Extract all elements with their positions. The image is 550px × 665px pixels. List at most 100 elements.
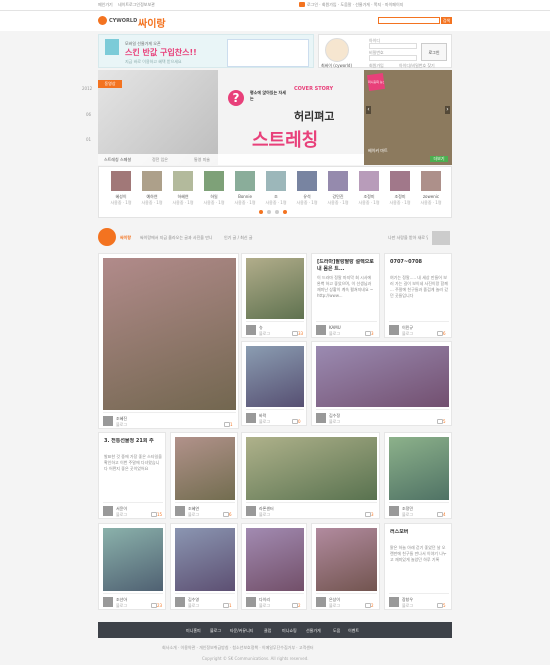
- card-photo[interactable]: [389, 437, 449, 500]
- author-avatar[interactable]: [389, 597, 399, 607]
- friend-photo[interactable]: [142, 171, 162, 191]
- friend-photo[interactable]: [421, 171, 441, 191]
- password-field[interactable]: [369, 55, 417, 61]
- friend-photo[interactable]: [390, 171, 410, 191]
- pager-dot[interactable]: [267, 210, 271, 214]
- feed-card[interactable]: 바락 블로그 0: [241, 341, 307, 426]
- footer-nav-item[interactable]: 블로그: [210, 628, 221, 634]
- comment-count[interactable]: 23: [157, 603, 162, 608]
- pager-dot[interactable]: [275, 210, 279, 214]
- hero-side-panel[interactable]: 미니홈피 뉴스 ‹ › 베이커 마트 더보기: [364, 70, 452, 165]
- card-title[interactable]: 러스모버: [390, 529, 448, 536]
- feed-card[interactable]: [드라마]팔랑팔랑 설렉으로 내 몸은 트... 이 드라마 정말 마지막 회 시…: [311, 253, 380, 338]
- hero-tab[interactable]: 스트레칭 스페셜: [104, 157, 131, 163]
- cyworld-logo[interactable]: CYWORLD: [109, 18, 137, 24]
- author-avatar[interactable]: [103, 597, 113, 607]
- author-avatar[interactable]: [246, 413, 256, 423]
- card-photo[interactable]: [103, 258, 236, 410]
- card-title[interactable]: [드라마]팔랑팔랑 설렉으로 내 몸은 트...: [317, 259, 376, 273]
- hero-tab[interactable]: 통영 미술: [194, 157, 210, 163]
- avatar[interactable]: [325, 38, 349, 62]
- feed-card[interactable]: 0707~0708 여기는 정말..... 내 세상 만들어 보러 가는 길이 보…: [384, 253, 452, 338]
- footer-nav-item[interactable]: 도움: [333, 628, 340, 634]
- comment-count[interactable]: 1: [230, 422, 233, 427]
- find-account-link[interactable]: 아이디/비밀번호 찾기: [399, 63, 435, 69]
- feed-card[interactable]: 조정민 블로그 4: [384, 432, 452, 519]
- author-avatar[interactable]: [316, 413, 326, 423]
- search-button[interactable]: 검색: [441, 17, 452, 24]
- footer-links[interactable]: 회사소개 · 이용약관 · 개인정보취급방침 · 청소년보호정책 · 이메일무단…: [162, 645, 388, 651]
- year-marker[interactable]: 2012: [82, 86, 92, 91]
- comment-count[interactable]: 3: [371, 512, 374, 517]
- comment-count[interactable]: 2: [371, 603, 374, 608]
- footer-nav-item[interactable]: 선물가게: [306, 628, 321, 634]
- friend-photo[interactable]: [266, 171, 286, 191]
- friend-photo[interactable]: [111, 171, 131, 191]
- author-avatar[interactable]: [103, 506, 113, 516]
- card-title[interactable]: 3. 전통선물정 21회 주: [104, 438, 162, 445]
- comment-count[interactable]: 15: [157, 512, 162, 517]
- author-avatar[interactable]: [316, 597, 326, 607]
- feed-tab[interactable]: 인기 글 / 최신 글: [224, 235, 253, 241]
- author-avatar[interactable]: [246, 506, 256, 516]
- friend-name[interactable]: zowenic: [417, 194, 445, 199]
- card-photo[interactable]: [103, 528, 163, 591]
- author-avatar[interactable]: [246, 325, 256, 335]
- footer-nav-item[interactable]: 이벤트: [348, 628, 359, 634]
- friend-photo[interactable]: [297, 171, 317, 191]
- card-photo[interactable]: [246, 258, 304, 319]
- feed-card[interactable]: 다이리 블로그 2: [241, 523, 307, 610]
- friend-photo[interactable]: [204, 171, 224, 191]
- friend-photo[interactable]: [235, 171, 255, 191]
- card-photo[interactable]: [246, 437, 377, 500]
- author-avatar[interactable]: [103, 416, 113, 426]
- promo-banner[interactable]: 모바일 선물가게 오픈 스킨 반값 구입찬스!! 지금 바로 이용하고 혜택 받…: [98, 34, 314, 68]
- service-logo[interactable]: 싸이랑: [138, 15, 166, 30]
- comment-count[interactable]: 5: [443, 603, 446, 608]
- card-photo[interactable]: [246, 346, 304, 407]
- friend-photo[interactable]: [173, 171, 193, 191]
- feed-card[interactable]: 조혜연 블로그 6: [170, 432, 238, 519]
- author-name[interactable]: KAMU: [329, 325, 341, 330]
- comment-count[interactable]: 4: [443, 512, 446, 517]
- year-marker[interactable]: 06: [86, 112, 91, 117]
- id-field[interactable]: [369, 43, 417, 49]
- prev-arrow-icon[interactable]: ‹: [366, 106, 371, 114]
- footer-nav-item[interactable]: 클럽: [264, 628, 271, 634]
- comment-count[interactable]: 1: [229, 603, 232, 608]
- author-avatar[interactable]: [316, 325, 326, 335]
- join-link[interactable]: 회원가입: [369, 63, 384, 69]
- comment-count[interactable]: 2: [298, 603, 301, 608]
- footer-nav-item[interactable]: 미니홈피: [186, 628, 201, 634]
- author-avatar[interactable]: [389, 325, 399, 335]
- footer-nav-item[interactable]: 타운/커뮤니티: [230, 628, 253, 634]
- comment-count[interactable]: 33: [298, 331, 303, 336]
- author-avatar[interactable]: [175, 597, 185, 607]
- pager-dot-prev[interactable]: [259, 210, 263, 214]
- comment-count[interactable]: 3: [371, 331, 374, 336]
- footer-nav-item[interactable]: 미니쇼핑: [282, 628, 297, 634]
- comment-count[interactable]: 0: [298, 419, 301, 424]
- feed-card[interactable]: 김수정 블로그 5: [311, 341, 452, 426]
- side-more-button[interactable]: 더보기: [430, 156, 448, 162]
- hero-tab[interactable]: 정전 입은: [152, 157, 168, 163]
- comment-count[interactable]: 6: [443, 331, 446, 336]
- feed-card[interactable]: 조선아 블로그 23: [98, 523, 166, 610]
- card-photo[interactable]: [246, 528, 304, 591]
- topbar-user-links[interactable]: 로그인 · 회원가입 · 도움말 · 선물가게 · 쪽지 · 마이페이지: [307, 2, 452, 8]
- feed-card[interactable]: 김수영 블로그 1: [170, 523, 238, 610]
- comment-count[interactable]: 5: [443, 419, 446, 424]
- friend-photo[interactable]: [359, 171, 379, 191]
- friend-photo[interactable]: [328, 171, 348, 191]
- card-photo[interactable]: [175, 528, 235, 591]
- feed-card[interactable]: 3. 전통선물정 21회 주 발표한 것 중에 가장 좋은 스타일을 확인하고 이…: [98, 432, 166, 519]
- cyworld-logo-icon[interactable]: [98, 16, 107, 25]
- card-photo[interactable]: [316, 528, 377, 591]
- year-marker[interactable]: 01: [86, 137, 91, 142]
- pager-dot-next[interactable]: [283, 210, 287, 214]
- feed-card[interactable]: 슈 블로그 33: [241, 253, 307, 338]
- author-avatar[interactable]: [175, 506, 185, 516]
- login-button[interactable]: 로그인: [421, 43, 447, 61]
- topbar-link-nate[interactable]: 네이트로그인정보보관: [118, 2, 155, 8]
- feed-card[interactable]: 라론센터 블로그 3: [241, 432, 380, 519]
